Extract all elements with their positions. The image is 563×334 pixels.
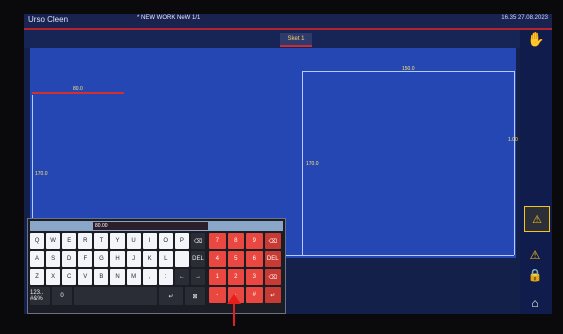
home-icon[interactable]: ⌂ [526, 294, 544, 312]
numpad-key[interactable]: - [209, 287, 226, 303]
numpad-key[interactable]: 4 [209, 251, 226, 267]
letter-key[interactable]: X [46, 269, 61, 285]
numpad-key[interactable]: # [246, 287, 263, 303]
letter-key[interactable]: C [62, 269, 77, 285]
title-bar: Urso Cleen * NEW WORK NeW 1/1 16.35 27.0… [24, 14, 552, 30]
shape-line-bottom-right [302, 255, 514, 256]
letter-key[interactable]: U [126, 233, 141, 249]
letter-key[interactable]: Z [30, 269, 45, 285]
letter-key[interactable]: F [78, 251, 93, 267]
dimension-left: 170.0 [35, 171, 48, 177]
letter-key[interactable]: K [142, 251, 157, 267]
letter-key[interactable]: , [142, 269, 157, 285]
numpad-key[interactable]: 5 [227, 251, 244, 267]
numpad-key[interactable]: 3 [246, 269, 263, 285]
value-input[interactable]: 80.00 [93, 222, 208, 230]
space-key[interactable] [74, 287, 157, 305]
annotation-arrow-head [227, 294, 241, 304]
keyboard-input-bar: 80.00 [30, 221, 283, 231]
letter-key[interactable]: D [62, 251, 77, 267]
lock-icon[interactable]: 🔒 [526, 266, 544, 284]
letter-key[interactable]: Q [30, 233, 45, 249]
letter-key[interactable]: ← [174, 269, 189, 285]
numpad-key[interactable]: ⌫ [264, 269, 281, 285]
letter-key[interactable]: I [142, 233, 157, 249]
right-tool-panel: ✋ ⚠ ⚠ 🔒 ⌂ [520, 30, 552, 314]
letter-key[interactable]: B [94, 269, 109, 285]
selected-segment[interactable] [32, 92, 124, 94]
letter-key[interactable]: H [110, 251, 125, 267]
letter-key[interactable]: P [174, 233, 189, 249]
letter-key[interactable]: N [110, 269, 125, 285]
numpad-key[interactable]: 8 [227, 233, 244, 249]
dimension-center: 170.0 [306, 161, 319, 167]
shape-line-center [302, 71, 303, 255]
numpad-key[interactable]: DEL [264, 251, 281, 267]
enter-key[interactable]: ↵ [159, 287, 183, 305]
letter-keys: Q W E R T Y U I O P ⌫ A S D F G H J K L DEL Z X C V B N M,: ← → [30, 233, 205, 285]
warning-icon[interactable]: ⚠ [526, 246, 544, 264]
letter-key[interactable]: V [78, 269, 93, 285]
letter-key[interactable]: G [94, 251, 109, 267]
numeric-keypad: 7 8 9 ⌫ 4 5 6 DEL 1 2 3 ⌫ - · # ↵ [209, 233, 281, 303]
letter-key[interactable]: DEL [190, 251, 205, 267]
numpad-key[interactable]: 6 [246, 251, 263, 267]
numpad-key[interactable]: ⌫ [264, 233, 281, 249]
annotation-arrow-shaft [233, 302, 235, 326]
letter-key[interactable]: M [126, 269, 141, 285]
file-label: * NEW WORK NeW 1/1 [137, 15, 201, 21]
letter-key[interactable]: R [78, 233, 93, 249]
close-keyboard-key[interactable]: ⊠ [185, 287, 205, 305]
numpad-key[interactable]: 7 [209, 233, 226, 249]
letter-key[interactable]: ⌫ [190, 233, 205, 249]
numpad-key[interactable]: 2 [227, 269, 244, 285]
letter-key[interactable]: J [126, 251, 141, 267]
numpad-key[interactable]: 1 [209, 269, 226, 285]
time-label: 16.35 27.08.2023 [501, 15, 548, 21]
dimension-right: 1.00 [508, 137, 518, 143]
letter-key[interactable]: L [158, 251, 173, 267]
letter-key[interactable]: S [46, 251, 61, 267]
tab-strip: Sket 1 [24, 30, 552, 48]
keyboard-bottom-row: 123.. #&% 0 ↵ ⊠ [30, 287, 205, 305]
numpad-key[interactable]: 9 [246, 233, 263, 249]
letter-key[interactable]: E [62, 233, 77, 249]
hand-icon[interactable]: ✋ [527, 30, 545, 48]
letter-key[interactable]: → [190, 269, 205, 285]
dimension-top-right: 150.0 [402, 66, 415, 72]
dimension-top-left: 80.0 [73, 86, 83, 92]
virtual-keyboard: 80.00 Q W E R T Y U I O P ⌫ A S D F G H J K L DEL Z X C V B N M,: ← →… [27, 218, 286, 314]
tab-sket-1[interactable]: Sket 1 [280, 33, 312, 47]
numpad-key[interactable]: ↵ [264, 287, 281, 303]
zero-key[interactable]: 0 [52, 287, 72, 305]
app-title: Urso Cleen [28, 15, 69, 24]
letter-key[interactable]: : [158, 269, 173, 285]
letter-key[interactable]: A [30, 251, 45, 267]
warning-icon[interactable]: ⚠ [524, 206, 550, 232]
letter-key[interactable]: O [158, 233, 173, 249]
letter-key[interactable]: W [46, 233, 61, 249]
letter-key[interactable]: Y [110, 233, 125, 249]
shape-line-right [514, 71, 515, 255]
letter-key[interactable]: T [94, 233, 109, 249]
letter-key[interactable] [174, 251, 189, 267]
symbols-key[interactable]: 123.. #&% [30, 287, 50, 305]
